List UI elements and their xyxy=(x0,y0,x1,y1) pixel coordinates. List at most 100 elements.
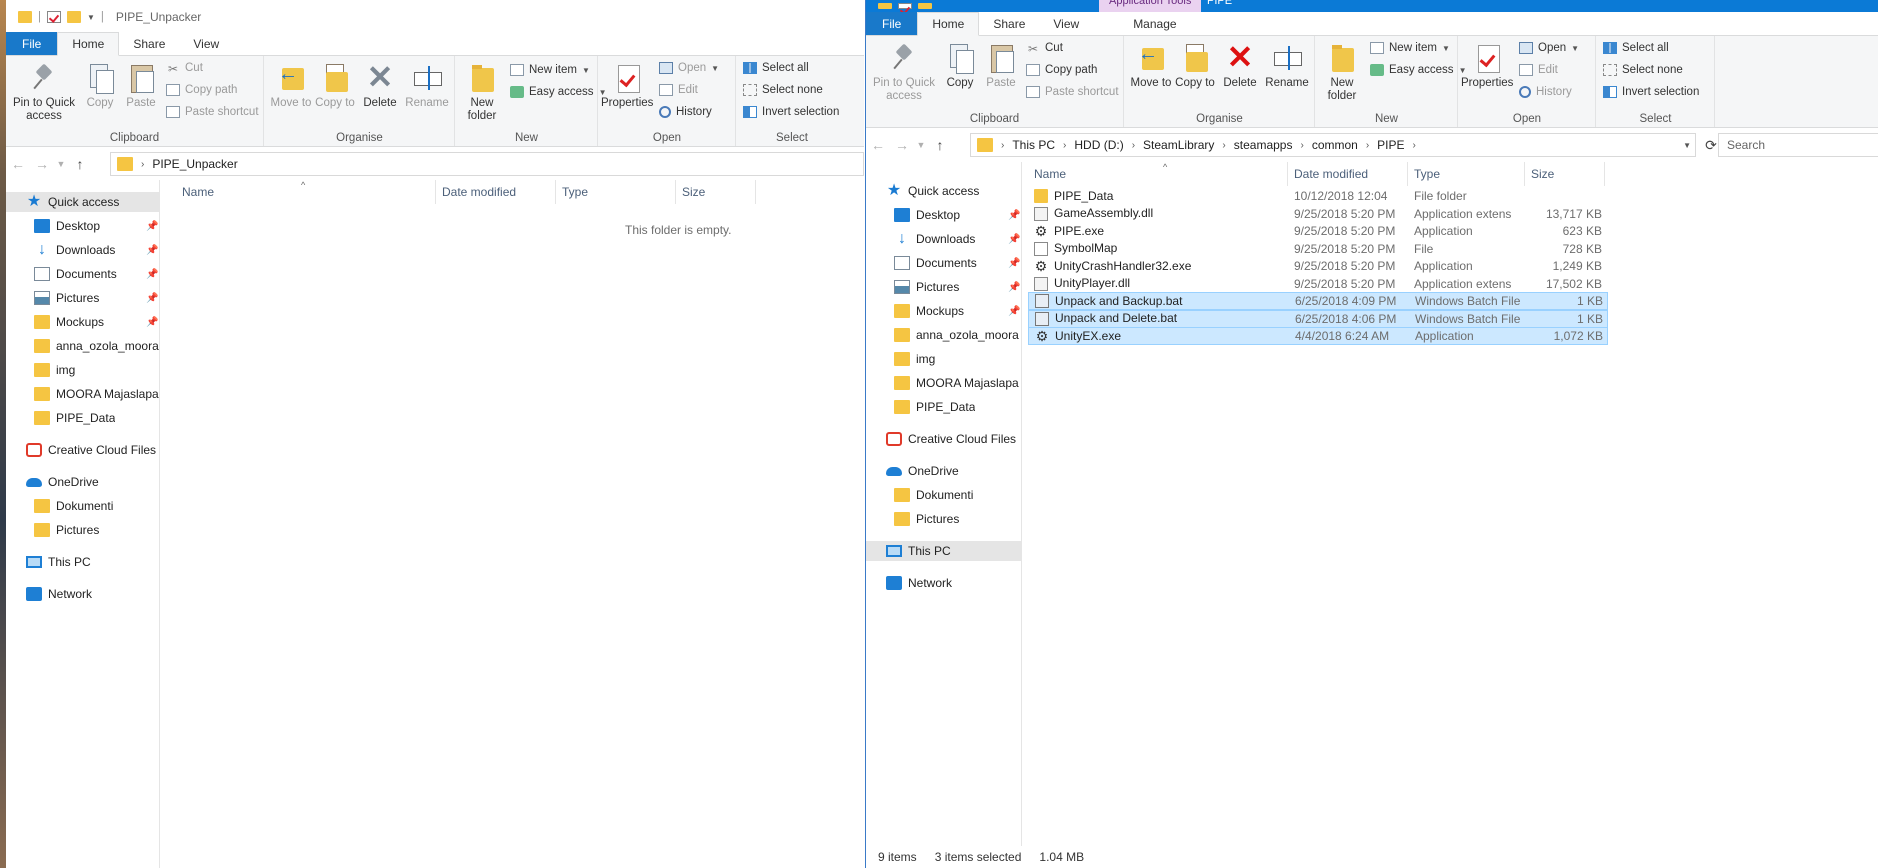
file-row[interactable]: Unpack and Delete.bat 6/25/2018 4:06 PM Wi… xyxy=(1028,309,1608,328)
breadcrumb-item[interactable]: PIPE_Unpacker xyxy=(152,157,237,171)
up-arrow-icon[interactable]: ↑ xyxy=(928,137,952,153)
column-header-size[interactable]: Size xyxy=(1525,162,1605,186)
up-arrow-icon[interactable]: ↑ xyxy=(68,156,92,172)
nav-moora-majaslapa[interactable]: MOORA Majaslapa xyxy=(34,384,160,404)
new-folder-quick-icon[interactable] xyxy=(918,3,932,9)
properties-quick-icon[interactable] xyxy=(47,11,61,23)
breadcrumb-item[interactable]: SteamLibrary xyxy=(1143,138,1214,152)
easy-access-button[interactable]: Easy access ▼ xyxy=(1370,64,1466,76)
select-all-button[interactable]: Select all xyxy=(743,62,809,74)
nav-documents[interactable]: Documents xyxy=(894,253,977,273)
tab-home[interactable]: Home xyxy=(917,12,980,36)
nav-pictures[interactable]: Pictures xyxy=(894,277,959,297)
new-folder-button[interactable]: New folder xyxy=(1320,40,1364,103)
delete-button[interactable]: ✕ Delete xyxy=(1219,40,1261,90)
select-none-button[interactable]: Select none xyxy=(743,84,823,96)
recent-locations-chevron-icon[interactable]: ▼ xyxy=(54,159,68,169)
address-bar[interactable]: › PIPE_Unpacker xyxy=(110,152,864,176)
properties-button[interactable]: Properties xyxy=(601,60,653,110)
column-header-name[interactable]: Name xyxy=(1028,162,1288,186)
pin-to-quick-access-button[interactable]: Pin to Quick access xyxy=(868,40,940,103)
breadcrumb-item[interactable]: HDD (D:) xyxy=(1074,138,1123,152)
breadcrumb-item[interactable]: PIPE xyxy=(1377,138,1404,152)
rename-button[interactable]: Rename xyxy=(1263,40,1311,90)
file-row[interactable]: UnityPlayer.dll 9/25/2018 5:20 PM Applicat… xyxy=(1028,275,1608,293)
history-button[interactable]: History xyxy=(1519,86,1572,98)
nav-pipe-data[interactable]: PIPE_Data xyxy=(894,397,975,417)
cut-button[interactable]: ✂ Cut xyxy=(1026,42,1063,56)
tab-share[interactable]: Share xyxy=(119,32,179,55)
nav-mockups[interactable]: Mockups xyxy=(34,312,104,332)
column-header-name[interactable]: Name xyxy=(176,180,436,204)
forward-arrow-icon[interactable]: → xyxy=(30,156,54,172)
select-all-button[interactable]: Select all xyxy=(1603,42,1669,54)
nav-desktop[interactable]: Desktop xyxy=(34,216,100,236)
edit-button[interactable]: Edit xyxy=(659,84,698,96)
move-to-button[interactable]: Move to xyxy=(269,60,313,110)
file-row[interactable]: SymbolMap 9/25/2018 5:20 PM File 728 KB xyxy=(1028,240,1608,258)
nav-img[interactable]: img xyxy=(34,360,75,380)
invert-selection-button[interactable]: Invert selection xyxy=(743,106,839,118)
file-row[interactable]: ⚙ UnityCrashHandler32.exe 9/25/2018 5:20 P… xyxy=(1028,257,1608,275)
new-item-button[interactable]: New item ▼ xyxy=(1370,42,1450,54)
breadcrumb-item[interactable]: steamapps xyxy=(1234,138,1293,152)
nav-this-pc[interactable]: This PC xyxy=(26,552,91,572)
file-row[interactable]: PIPE_Data 10/12/2018 12:04 File folder xyxy=(1028,187,1608,205)
copy-to-button[interactable]: Copy to xyxy=(1173,40,1217,90)
cut-button[interactable]: ✂ Cut xyxy=(166,62,203,76)
nav-onedrive[interactable]: OneDrive xyxy=(886,461,959,481)
edit-button[interactable]: Edit xyxy=(1519,64,1558,76)
nav-moora-majaslapa[interactable]: MOORA Majaslapa xyxy=(894,373,1022,393)
nav-pipe-data[interactable]: PIPE_Data xyxy=(34,408,115,428)
address-bar[interactable]: › This PC › HDD (D:) › SteamLibrary › st… xyxy=(970,133,1696,157)
nav-desktop[interactable]: Desktop xyxy=(894,205,960,225)
nav-anna-ozola-moora[interactable]: anna_ozola_moora xyxy=(894,325,1022,345)
copy-path-button[interactable]: Copy path xyxy=(1026,64,1097,76)
column-header-type[interactable]: Type xyxy=(556,180,676,204)
delete-button[interactable]: ✕ Delete xyxy=(359,60,401,110)
copy-button[interactable]: Copy xyxy=(80,60,120,110)
breadcrumb-item[interactable]: common xyxy=(1312,138,1358,152)
nav-mockups[interactable]: Mockups xyxy=(894,301,964,321)
back-arrow-icon[interactable]: ← xyxy=(866,137,890,153)
paste-button[interactable]: Paste xyxy=(121,60,161,110)
paste-shortcut-button[interactable]: Paste shortcut xyxy=(1026,86,1119,98)
tab-share[interactable]: Share xyxy=(979,12,1039,35)
nav-network[interactable]: Network xyxy=(26,584,92,604)
file-row[interactable]: Unpack and Backup.bat 6/25/2018 4:09 PM Wi… xyxy=(1028,292,1608,310)
nav-onedrive-dokumenti[interactable]: Dokumenti xyxy=(34,496,113,516)
nav-creative-cloud-files[interactable]: Creative Cloud Files xyxy=(26,440,156,460)
nav-downloads[interactable]: ↓ Downloads xyxy=(34,240,115,260)
nav-anna-ozola-moora[interactable]: anna_ozola_moora xyxy=(34,336,160,356)
nav-onedrive[interactable]: OneDrive xyxy=(26,472,99,492)
back-arrow-icon[interactable]: ← xyxy=(6,156,30,172)
copy-path-button[interactable]: Copy path xyxy=(166,84,237,96)
file-row[interactable]: ⚙ PIPE.exe 9/25/2018 5:20 PM Application 623… xyxy=(1028,222,1608,240)
invert-selection-button[interactable]: Invert selection xyxy=(1603,86,1699,98)
properties-quick-icon[interactable] xyxy=(898,3,912,9)
move-to-button[interactable]: Move to xyxy=(1129,40,1173,90)
open-button[interactable]: Open ▼ xyxy=(659,62,719,74)
easy-access-button[interactable]: Easy access ▼ xyxy=(510,86,606,98)
pin-to-quick-access-button[interactable]: Pin to Quick access xyxy=(8,60,80,123)
nav-downloads[interactable]: ↓ Downloads xyxy=(894,229,975,249)
column-header-date[interactable]: Date modified xyxy=(436,180,556,204)
address-history-chevron-icon[interactable]: ▼ xyxy=(1683,141,1691,150)
customize-toolbar-icon[interactable]: ▼ xyxy=(87,13,95,22)
new-folder-quick-icon[interactable] xyxy=(67,11,81,23)
copy-button[interactable]: Copy xyxy=(940,40,980,90)
open-button[interactable]: Open ▼ xyxy=(1519,42,1579,54)
nav-img[interactable]: img xyxy=(894,349,935,369)
column-header-type[interactable]: Type xyxy=(1408,162,1525,186)
nav-network[interactable]: Network xyxy=(886,573,952,593)
new-item-button[interactable]: New item ▼ xyxy=(510,64,590,76)
nav-quick-access[interactable]: ★ Quick access xyxy=(6,192,160,212)
tab-file[interactable]: File xyxy=(6,32,58,55)
new-folder-button[interactable]: New folder xyxy=(460,60,504,123)
tab-manage[interactable]: Manage xyxy=(1111,12,1199,35)
copy-to-button[interactable]: Copy to xyxy=(313,60,357,110)
breadcrumb-item[interactable]: This PC xyxy=(1012,138,1055,152)
file-row[interactable]: GameAssembly.dll 9/25/2018 5:20 PM Applica… xyxy=(1028,205,1608,223)
forward-arrow-icon[interactable]: → xyxy=(890,137,914,153)
rename-button[interactable]: Rename xyxy=(403,60,451,110)
